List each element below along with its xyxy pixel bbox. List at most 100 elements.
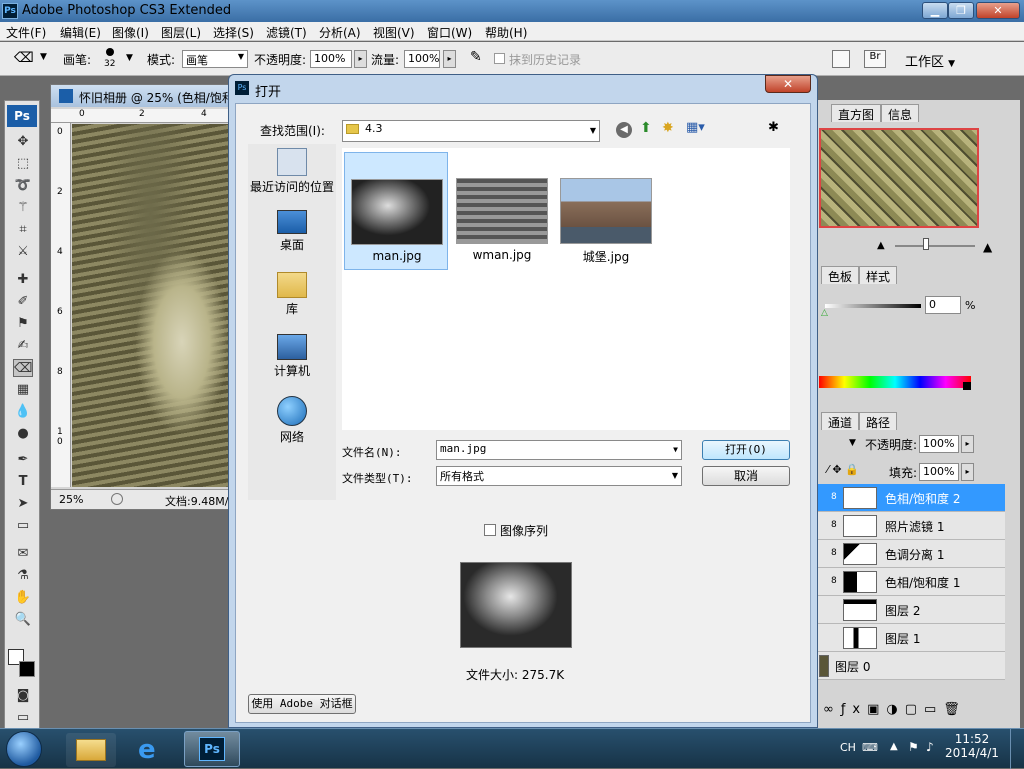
language-indicator[interactable]: CH [840, 741, 856, 754]
place-library[interactable]: 库 [248, 272, 336, 317]
open-button[interactable]: 打开(O) [702, 440, 790, 460]
layer-row[interactable]: 图层 2 [817, 596, 1005, 624]
blend-mode-dropdown-icon[interactable]: ▼ [849, 438, 856, 448]
minimize-button[interactable]: ▁ [922, 2, 948, 19]
tab-paths[interactable]: 路径 [859, 412, 898, 430]
menu-image[interactable]: 图像(I) [112, 24, 149, 41]
layers-bottom-icons[interactable]: ∞ƒx▣◑▢▭🗑 [823, 702, 967, 717]
menu-layer[interactable]: 图层(L) [161, 24, 201, 41]
lookin-combobox[interactable]: 4.3 ▼ [342, 120, 600, 142]
flag-icon[interactable]: ⚑ [908, 740, 919, 754]
zoom-slider-thumb[interactable] [923, 238, 929, 250]
path-selection-tool-icon[interactable]: ➤ [13, 495, 33, 513]
mode-select[interactable]: 画笔 ▼ [182, 50, 248, 68]
black-swatch[interactable] [963, 382, 971, 390]
menu-view[interactable]: 视图(V) [373, 24, 415, 41]
filename-combobox[interactable]: man.jpg ▼ [436, 440, 682, 460]
restore-button[interactable]: ❐ [948, 2, 974, 19]
opacity-field[interactable]: 100% [310, 50, 352, 68]
magic-wand-tool-icon[interactable]: ⚚ [13, 199, 33, 217]
shape-tool-icon[interactable]: ▭ [13, 517, 33, 535]
status-menu-icon[interactable] [111, 493, 123, 505]
palette-well-icon[interactable] [832, 50, 850, 68]
menu-window[interactable]: 窗口(W) [427, 24, 472, 41]
tab-histogram[interactable]: 直方图 [831, 104, 882, 122]
image-sequence-checkbox[interactable] [484, 524, 496, 536]
place-computer[interactable]: 计算机 [248, 334, 336, 379]
brush-tool-icon[interactable]: ✐ [13, 293, 33, 311]
airbrush-icon[interactable]: ✎ [470, 49, 482, 65]
layer-row[interactable]: 8 色相/饱和度 2 [817, 484, 1005, 512]
slider-value-field[interactable]: 0 [925, 296, 961, 314]
slider-thumb-icon[interactable]: △ [821, 308, 828, 318]
notes-tool-icon[interactable]: ✉ [13, 545, 33, 563]
menu-filter[interactable]: 滤镜(T) [266, 24, 307, 41]
layer-row[interactable]: 8 色相/饱和度 1 [817, 568, 1005, 596]
background-color-swatch[interactable] [19, 661, 35, 677]
tab-info[interactable]: 信息 [881, 104, 920, 122]
layer-row[interactable]: 8 照片滤镜 1 [817, 512, 1005, 540]
history-brush-tool-icon[interactable]: ✍ [13, 337, 33, 355]
gradient-tool-icon[interactable]: ▦ [13, 381, 33, 399]
layer-opacity-arrow[interactable]: ▸ [961, 435, 974, 453]
type-tool-icon[interactable]: T [13, 473, 33, 491]
use-adobe-dialog-button[interactable]: 使用 Adobe 对话框 [248, 694, 356, 714]
color-slider[interactable] [825, 304, 921, 308]
eyedropper-tool-icon[interactable]: ⚗ [13, 567, 33, 585]
place-network[interactable]: 网络 [248, 396, 336, 445]
new-folder-icon[interactable]: ✸ [662, 120, 674, 136]
show-desktop-button[interactable] [1010, 729, 1024, 769]
screen-mode-icon[interactable]: ▭ [13, 709, 33, 727]
menu-analysis[interactable]: 分析(A) [319, 24, 361, 41]
zoom-out-icon[interactable]: ▲ [877, 240, 885, 251]
brush-preview-icon[interactable] [106, 48, 114, 56]
move-tool-icon[interactable]: ✥ [13, 133, 33, 151]
file-item[interactable]: wman.jpg [450, 152, 554, 270]
fill-field[interactable]: 100% [919, 463, 959, 481]
pen-tool-icon[interactable]: ✒ [13, 451, 33, 469]
workspace-button[interactable]: 工作区 ▼ [905, 51, 955, 70]
hand-tool-icon[interactable]: ✋ [13, 589, 33, 607]
document-canvas-image[interactable] [72, 124, 229, 487]
volume-icon[interactable]: ♪ [926, 740, 934, 754]
close-button[interactable]: ✕ [976, 2, 1020, 19]
slice-tool-icon[interactable]: ⚔ [13, 243, 33, 261]
clone-stamp-tool-icon[interactable]: ⚑ [13, 315, 33, 333]
eraser-tool-icon[interactable]: ⌫ [13, 359, 33, 377]
navigator-thumbnail[interactable] [819, 128, 979, 228]
bridge-icon[interactable]: Br [864, 50, 886, 68]
favorites-icon[interactable]: ✱ [768, 120, 779, 135]
file-item[interactable]: 城堡.jpg [554, 152, 658, 270]
marquee-tool-icon[interactable]: ⬚ [13, 155, 33, 173]
brush-dropdown-icon[interactable]: ▼ [126, 53, 133, 63]
layer-row[interactable]: 8 色调分离 1 [817, 540, 1005, 568]
zoom-tool-icon[interactable]: 🔍 [13, 611, 33, 629]
tab-styles[interactable]: 样式 [859, 266, 898, 284]
taskbar-ie[interactable]: e [126, 733, 176, 767]
view-menu-icon[interactable]: ▦▾ [686, 120, 705, 135]
start-button-icon[interactable] [6, 731, 42, 767]
flow-field[interactable]: 100% [404, 50, 440, 68]
flow-arrow-button[interactable]: ▸ [443, 50, 456, 68]
taskbar-photoshop[interactable]: Ps [184, 731, 240, 767]
lasso-tool-icon[interactable]: ➰ [13, 177, 33, 195]
up-folder-icon[interactable]: ⬆ [640, 120, 652, 136]
healing-brush-tool-icon[interactable]: ✚ [13, 271, 33, 289]
zoom-level[interactable]: 25% [59, 493, 83, 506]
keyboard-icon[interactable]: ⌨ [862, 741, 878, 754]
clock[interactable]: 11:52 2014/4/1 [940, 732, 1004, 760]
zoom-in-icon[interactable]: ▲ [983, 240, 992, 254]
menu-file[interactable]: 文件(F) [6, 24, 46, 41]
crop-tool-icon[interactable]: ⌗ [13, 221, 33, 239]
blur-tool-icon[interactable]: 💧 [13, 403, 33, 421]
menu-edit[interactable]: 编辑(E) [60, 24, 101, 41]
layer-opacity-field[interactable]: 100% [919, 435, 959, 453]
dialog-close-button[interactable]: ✕ [765, 75, 811, 93]
eraser-icon[interactable]: ⌫ [14, 50, 34, 66]
tab-channels[interactable]: 通道 [821, 412, 860, 430]
document-tab[interactable]: 怀旧相册 @ 25% (色相/饱和 [51, 85, 229, 107]
layer-row[interactable]: 图层 0 [817, 652, 1005, 680]
layer-row[interactable]: 图层 1 [817, 624, 1005, 652]
navigator-zoom-slider[interactable] [895, 245, 975, 247]
dodge-tool-icon[interactable]: ● [13, 425, 33, 443]
